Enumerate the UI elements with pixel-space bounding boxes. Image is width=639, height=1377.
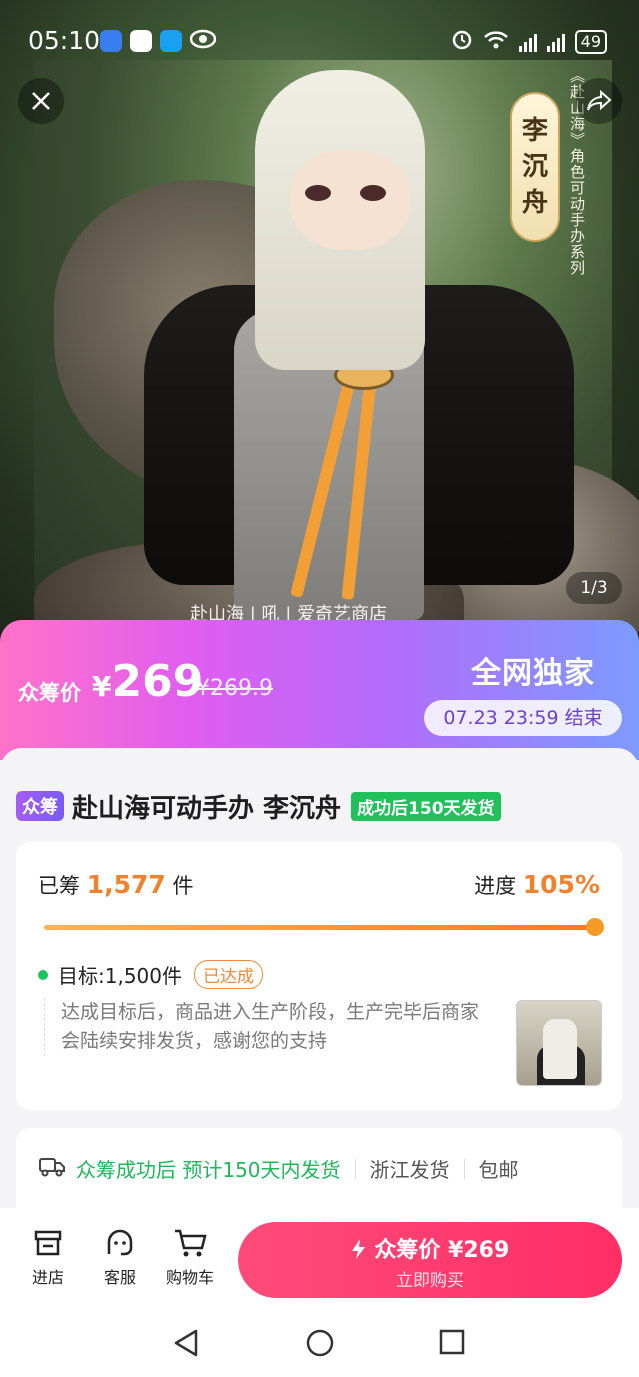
truck-icon (38, 1154, 66, 1183)
recents-icon[interactable] (438, 1328, 466, 1360)
store-label: 进店 (31, 1268, 64, 1287)
shipping-estimate: 众筹成功后 预计150天内发货 (76, 1158, 341, 1182)
status-time: 05:10 (28, 26, 101, 55)
signal-icon (546, 32, 565, 52)
wifi-icon (483, 28, 509, 56)
current-price: ¥269 (92, 656, 204, 707)
progress-knob (586, 918, 604, 936)
signal-icon (518, 32, 537, 52)
original-price: ¥269.9 (196, 676, 273, 701)
free-shipping: 包邮 (478, 1158, 519, 1182)
bottom-action-bar: 进店 客服 购物车 众筹价 ¥269 立即购买 (0, 1208, 639, 1308)
battery-indicator: 49 (574, 30, 607, 54)
product-thumbnail[interactable] (516, 1000, 602, 1086)
eye-icon (189, 28, 217, 56)
share-button[interactable] (576, 78, 622, 124)
app-icon (130, 30, 152, 52)
progress-card: 已筹 1,577 件 进度 105% 目标:1,500件 已达成 达成目标后，商… (16, 842, 622, 1110)
goal-row: 目标:1,500件 已达成 (38, 960, 263, 989)
shipping-row: 众筹成功后 预计150天内发货 浙江发货 包邮 (38, 1154, 519, 1183)
cart-button[interactable]: 购物车 (160, 1226, 220, 1288)
service-button[interactable]: 客服 (90, 1226, 150, 1288)
product-image-carousel[interactable]: 李 沉 舟 《赴山海》角色可动手办系列 赴山海 | 吼 | 爱奇艺商店 1/3 (0, 0, 639, 650)
image-counter: 1/3 (566, 572, 622, 604)
customer-service-icon (107, 1229, 133, 1256)
name-char: 沉 (521, 152, 548, 182)
crowdfund-tag: 众筹 (16, 791, 64, 821)
end-time-badge: 07.23 23:59 结束 (424, 700, 622, 736)
alarm-icon (451, 28, 473, 56)
store-icon (34, 1230, 62, 1256)
status-bar: 05:10 49 (0, 20, 639, 60)
lightning-icon (351, 1239, 365, 1259)
product-title-row: 众筹 赴山海可动手办 李沉舟 成功后150天发货 (16, 790, 626, 824)
price-label: 众筹价 (18, 681, 81, 705)
back-icon[interactable] (172, 1328, 200, 1362)
goal-achieved-badge: 已达成 (194, 960, 263, 989)
cart-label: 购物车 (165, 1268, 214, 1287)
service-label: 客服 (103, 1268, 136, 1287)
shipping-tag: 成功后150天发货 (351, 791, 501, 821)
store-button[interactable]: 进店 (18, 1226, 78, 1288)
character-name-card: 李 沉 舟 (510, 92, 560, 242)
share-icon (587, 90, 612, 111)
buy-now-button[interactable]: 众筹价 ¥269 立即购买 (238, 1222, 622, 1298)
buy-button-price: 众筹价 ¥269 (238, 1232, 622, 1264)
cart-icon (175, 1229, 207, 1257)
product-title: 赴山海可动手办 李沉舟 (72, 793, 342, 824)
app-icon (160, 30, 182, 52)
shipping-origin: 浙江发货 (369, 1158, 450, 1182)
goal-description: 达成目标后，商品进入生产阶段，生产完毕后商家会陆续安排发货，感谢您的支持 (44, 998, 494, 1056)
app-icon (100, 30, 122, 52)
product-page: 李 沉 舟 《赴山海》角色可动手办系列 赴山海 | 吼 | 爱奇艺商店 1/3 … (0, 0, 639, 1377)
figure-face (290, 150, 410, 250)
close-button[interactable] (18, 78, 64, 124)
exclusive-label: 全网独家 (471, 656, 595, 691)
progress-fill (44, 925, 596, 930)
progress-percent: 进度 105% (474, 870, 600, 899)
status-dot (38, 969, 48, 980)
buy-button-label: 立即购买 (396, 1271, 464, 1291)
home-icon[interactable] (305, 1328, 335, 1362)
goal-text: 目标:1,500件 (58, 964, 182, 988)
name-char: 舟 (521, 188, 548, 218)
progress-bar (44, 925, 596, 930)
name-char: 李 (521, 116, 548, 146)
system-nav-bar (0, 1308, 639, 1377)
raised-count: 已筹 1,577 件 (38, 870, 194, 899)
